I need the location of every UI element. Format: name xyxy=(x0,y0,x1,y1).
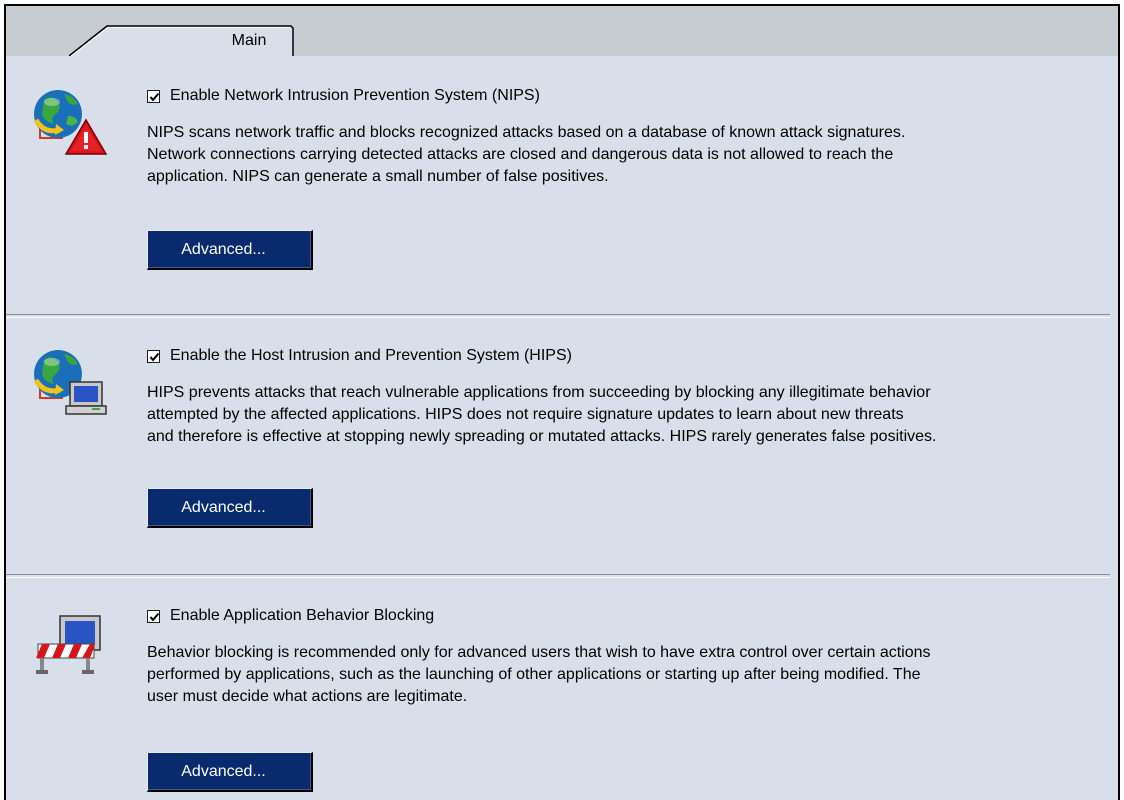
behavior-checkbox-label: Enable Application Behavior Blocking xyxy=(170,607,435,624)
hips-checkbox[interactable] xyxy=(147,349,160,363)
computer-barrier-icon xyxy=(26,602,108,678)
hips-description-line: attempted by the affected applications. … xyxy=(147,406,904,423)
hips-section: Enable the Host Intrusion and Prevention… xyxy=(6,316,1118,574)
tab-main[interactable]: Main xyxy=(69,24,295,57)
hips-advanced-button[interactable]: Advanced... xyxy=(147,488,313,528)
hips-checkbox-row[interactable]: Enable the Host Intrusion and Prevention… xyxy=(147,346,572,366)
tab-main-label: Main xyxy=(231,32,267,49)
behavior-description: Behavior blocking is recommended only fo… xyxy=(147,642,1115,708)
behavior-checkbox[interactable] xyxy=(147,609,160,623)
nips-checkbox-label: Enable Network Intrusion Prevention Syst… xyxy=(170,87,540,104)
nips-description-line: NIPS scans network traffic and blocks re… xyxy=(147,124,906,141)
nips-description: NIPS scans network traffic and blocks re… xyxy=(147,122,1115,188)
nips-section: Enable Network Intrusion Prevention Syst… xyxy=(6,56,1118,314)
hips-description-line: and therefore is effective at stopping n… xyxy=(147,428,937,445)
tab-bar: Main xyxy=(6,6,1118,57)
hips-description-line: HIPS prevents attacks that reach vulnera… xyxy=(147,384,931,401)
nips-description-line: Network connections carrying detected at… xyxy=(147,146,894,163)
behavior-description-line: Behavior blocking is recommended only fo… xyxy=(147,644,931,661)
nips-checkbox[interactable] xyxy=(147,89,160,103)
hips-checkbox-label: Enable the Host Intrusion and Prevention… xyxy=(170,347,572,364)
nips-advanced-button[interactable]: Advanced... xyxy=(147,230,313,270)
settings-window: Main Enable Network Intrusion Prevention… xyxy=(4,4,1120,800)
main-panel: Enable Network Intrusion Prevention Syst… xyxy=(6,56,1118,800)
behavior-description-line: user must decide what actions are legiti… xyxy=(147,688,468,705)
behavior-advanced-button[interactable]: Advanced... xyxy=(147,752,313,792)
nips-description-line: application. NIPS can generate a small n… xyxy=(147,168,609,185)
behavior-section: Enable Application Behavior Blocking Beh… xyxy=(6,576,1118,800)
globe-warning-icon xyxy=(26,80,108,156)
behavior-checkbox-row[interactable]: Enable Application Behavior Blocking xyxy=(147,606,434,626)
globe-computer-icon xyxy=(26,340,108,416)
behavior-description-line: performed by applications, such as the l… xyxy=(147,666,921,683)
hips-description: HIPS prevents attacks that reach vulnera… xyxy=(147,382,1115,448)
nips-checkbox-row[interactable]: Enable Network Intrusion Prevention Syst… xyxy=(147,86,540,106)
